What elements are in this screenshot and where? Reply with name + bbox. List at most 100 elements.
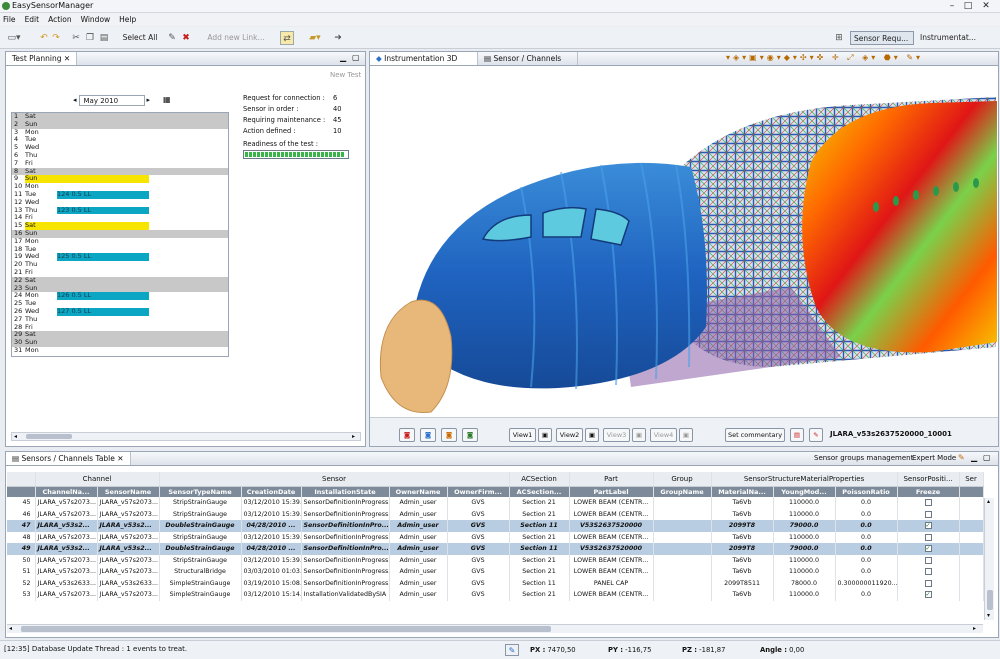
table-cell[interactable]: [653, 554, 712, 566]
calendar-day-row[interactable]: 14 Fri: [12, 214, 228, 223]
table-cell[interactable]: GVS: [447, 577, 510, 589]
tab-sensor-channels-details[interactable]: ▤ Sensor / Channels Details: [478, 52, 578, 76]
calendar-day-row[interactable]: 8 Sat: [12, 167, 228, 176]
table-cell[interactable]: JLARA_v57s2073...: [35, 497, 98, 509]
table-cell[interactable]: JLARA_v53s2633...: [35, 577, 98, 589]
freeze-cell[interactable]: [897, 508, 960, 520]
table-cell[interactable]: 0.300000011920...: [835, 577, 898, 589]
calendar-day-row[interactable]: 9 Sun: [12, 175, 228, 184]
open-folder-icon[interactable]: ▰▾: [305, 31, 325, 45]
column-header[interactable]: MaterialNa...: [711, 486, 774, 497]
column-header[interactable]: ChannelNa...: [35, 486, 98, 497]
table-cell[interactable]: Ta6Vb: [711, 566, 774, 578]
calendar-event[interactable]: [57, 144, 149, 152]
table-cell[interactable]: [653, 508, 712, 520]
scroll-down-icon[interactable]: ▾: [987, 612, 990, 619]
camera-icon[interactable]: ◙: [420, 428, 436, 442]
table-cell[interactable]: [653, 531, 712, 543]
clear-icon[interactable]: ✎: [809, 428, 823, 442]
new-test-button[interactable]: New Test: [330, 71, 361, 79]
table-cell[interactable]: SensorDefinitionInProgress...: [301, 566, 390, 578]
calendar-day-row[interactable]: 6 Thu: [12, 151, 228, 160]
calendar-day-row[interactable]: 19 Wed 125 0.5 LL: [12, 253, 228, 262]
table-cell[interactable]: 2099T8: [711, 543, 774, 555]
table-cell[interactable]: 79000.0: [773, 520, 836, 532]
calendar-event[interactable]: [57, 339, 149, 347]
group-header-sensor[interactable]: Sensor: [159, 472, 510, 487]
table-cell[interactable]: JLARA_v57s2073...: [35, 554, 98, 566]
table-cell[interactable]: Section 11: [509, 520, 570, 532]
table-cell[interactable]: SimpleStrainGauge: [159, 589, 242, 601]
scrollbar-thumb[interactable]: [26, 434, 72, 439]
table-cell[interactable]: StripStrainGauge: [159, 497, 242, 509]
table-cell[interactable]: SensorDefinitionInPro...: [301, 520, 390, 532]
calendar-day-row[interactable]: 25 Tue: [12, 299, 228, 308]
minimize-panel-icon[interactable]: ▁: [971, 453, 977, 462]
table-cell[interactable]: 0.0: [835, 520, 898, 532]
calendar-day-row[interactable]: 5 Wed: [12, 143, 228, 152]
sensor-groups-management-button[interactable]: Sensor groups management: [814, 454, 913, 462]
month-selector[interactable]: ◂ May 2010 ▸: [73, 94, 159, 106]
calendar-event[interactable]: [57, 167, 149, 176]
table-cell[interactable]: 0.0: [835, 566, 898, 578]
calendar-day-row[interactable]: 22 Sat: [12, 276, 228, 285]
table-row[interactable]: 47 JLARA_v53s2... JLARA_v53s2... DoubleStra…: [7, 520, 984, 532]
table-cell[interactable]: SensorDefinitionInProgress...: [301, 508, 390, 520]
table-cell[interactable]: 110000.0: [773, 497, 836, 509]
table-cell[interactable]: Admin_user: [389, 577, 448, 589]
perspective-instrumentation[interactable]: Instrumentat...: [920, 31, 980, 45]
table-cell[interactable]: [653, 577, 712, 589]
table-cell[interactable]: LOWER BEAM (CENTR...: [569, 566, 654, 578]
table-cell[interactable]: JLARA_v53s2...: [97, 520, 160, 532]
table-cell[interactable]: SensorDefinitionInProgress...: [301, 577, 390, 589]
table-cell[interactable]: PANEL CAP: [569, 577, 654, 589]
table-row[interactable]: 49 JLARA_v53s2... JLARA_v53s2... DoubleStra…: [7, 543, 984, 555]
calendar-day-row[interactable]: 1 Sat: [12, 112, 228, 121]
column-header[interactable]: YoungMod...: [773, 486, 836, 497]
table-cell[interactable]: Admin_user: [389, 554, 448, 566]
month-field[interactable]: May 2010: [78, 94, 145, 106]
calendar-day-row[interactable]: 11 Tue 124 0.5 LL: [12, 190, 228, 199]
group-header-group[interactable]: Group: [653, 472, 712, 487]
close-icon[interactable]: ✕: [64, 54, 70, 63]
calendar-day-row[interactable]: 2 Sun: [12, 120, 228, 129]
calendar-icon[interactable]: ▦: [163, 95, 171, 104]
table-cell[interactable]: 110000.0: [773, 566, 836, 578]
view4-save-icon[interactable]: ▣: [679, 428, 693, 442]
scroll-left-icon[interactable]: ◂: [9, 625, 12, 632]
scrollbar-thumb[interactable]: [987, 590, 993, 610]
table-cell[interactable]: LOWER BEAM (CENTR...: [569, 531, 654, 543]
view-toolbar-icons[interactable]: ▾◈▾▣▾◉▾◆▾✣▾✜ ✛ ⤢ ◈▾ ⬣▾ ✎▾: [726, 53, 923, 63]
freeze-cell[interactable]: [897, 554, 960, 566]
table-cell[interactable]: Admin_user: [389, 520, 448, 532]
table-cell[interactable]: GVS: [447, 497, 510, 509]
freeze-checkbox[interactable]: ✓: [924, 591, 932, 598]
freeze-cell[interactable]: ✓: [897, 520, 960, 532]
table-cell[interactable]: GVS: [447, 520, 510, 532]
calendar-event[interactable]: [57, 113, 149, 121]
table-cell[interactable]: 03/12/2010 15:39...: [241, 554, 302, 566]
undo-icon[interactable]: ↶: [38, 31, 50, 45]
redo-icon[interactable]: ↷: [50, 31, 62, 45]
calendar-event[interactable]: [57, 159, 149, 168]
calendar-day-row[interactable]: 3 Mon: [12, 128, 228, 137]
table-cell[interactable]: [653, 589, 712, 601]
freeze-checkbox[interactable]: [924, 556, 932, 564]
view4-button[interactable]: View4: [650, 428, 677, 442]
table-cell[interactable]: 110000.0: [773, 508, 836, 520]
freeze-cell[interactable]: [897, 531, 960, 543]
table-cell[interactable]: Ta6Vb: [711, 531, 774, 543]
table-cell[interactable]: GVS: [447, 554, 510, 566]
calendar-day-row[interactable]: 23 Sun: [12, 284, 228, 293]
group-header-position[interactable]: SensorPositi...: [897, 472, 960, 487]
column-header[interactable]: OwnerFirm...: [447, 486, 510, 497]
table-row[interactable]: 46 JLARA_v57s2073... JLARA_v57s2073... Stri…: [7, 508, 984, 520]
view2-save-icon[interactable]: ▣: [585, 428, 599, 442]
table-cell[interactable]: 03/12/2010 15:39...: [241, 508, 302, 520]
table-cell[interactable]: GVS: [447, 531, 510, 543]
pdf-icon[interactable]: ▤: [790, 428, 804, 442]
table-cell[interactable]: 03/03/2010 01:03...: [241, 566, 302, 578]
calendar-event[interactable]: 126 0.5 LL: [57, 292, 149, 301]
freeze-checkbox[interactable]: [924, 510, 932, 518]
column-header[interactable]: PoissonRatio: [835, 486, 898, 497]
